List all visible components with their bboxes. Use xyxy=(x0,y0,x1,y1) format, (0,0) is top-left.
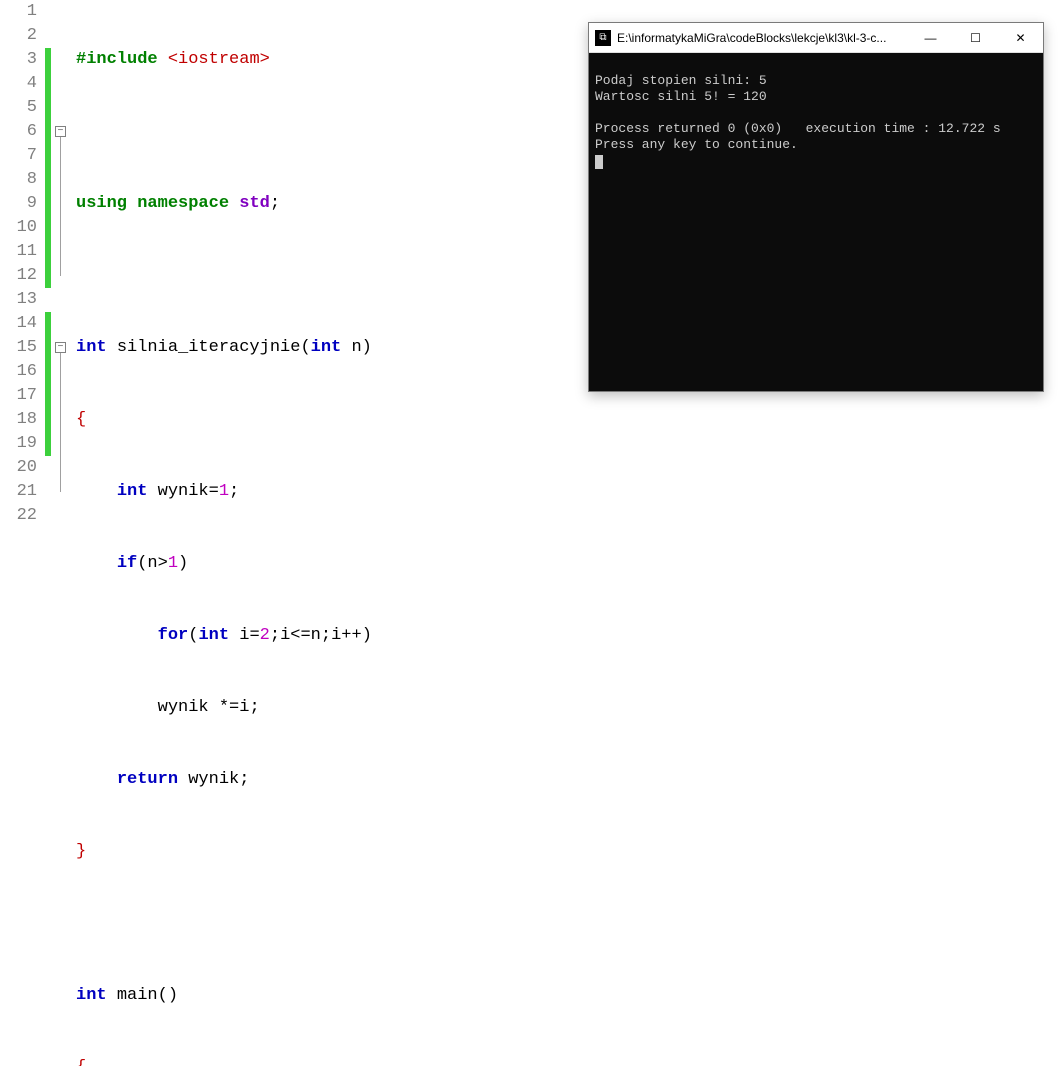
app-icon: ⧉ xyxy=(595,30,611,46)
line-number: 12 xyxy=(0,264,37,288)
line-number: 7 xyxy=(0,144,37,168)
code-line: int wynik=1; xyxy=(76,480,698,504)
line-number: 1 xyxy=(0,0,37,24)
line-number: 20 xyxy=(0,456,37,480)
modified-marker xyxy=(45,48,51,288)
line-number: 11 xyxy=(0,240,37,264)
keyword: #include xyxy=(76,50,158,69)
terminal-cursor xyxy=(595,155,603,169)
line-number: 10 xyxy=(0,216,37,240)
terminal-output[interactable]: Podaj stopien silni: 5 Wartosc silni 5! … xyxy=(589,53,1043,391)
line-number: 19 xyxy=(0,432,37,456)
window-title: E:\informatykaMiGra\codeBlocks\lekcje\kl… xyxy=(617,31,908,45)
term-line: Podaj stopien silni: 5 xyxy=(595,73,767,88)
titlebar[interactable]: ⧉ E:\informatykaMiGra\codeBlocks\lekcje\… xyxy=(589,23,1043,53)
console-window[interactable]: ⧉ E:\informatykaMiGra\codeBlocks\lekcje\… xyxy=(588,22,1044,392)
close-button[interactable]: ✕ xyxy=(998,23,1043,53)
code-line: } xyxy=(76,840,698,864)
line-number: 5 xyxy=(0,96,37,120)
term-line: Process returned 0 (0x0) execution time … xyxy=(595,121,1001,136)
code-line: if(n>1) xyxy=(76,552,698,576)
line-number: 9 xyxy=(0,192,37,216)
line-number: 4 xyxy=(0,72,37,96)
line-number: 22 xyxy=(0,504,37,528)
code-line: for(int i=2;i<=n;i++) xyxy=(76,624,698,648)
maximize-button[interactable]: ☐ xyxy=(953,23,998,53)
fold-toggle[interactable]: − xyxy=(55,342,66,353)
code-line: wynik *=i; xyxy=(76,696,698,720)
code-line: { xyxy=(76,408,698,432)
term-line: Press any key to continue. xyxy=(595,137,798,152)
line-number: 13 xyxy=(0,288,37,312)
line-number: 21 xyxy=(0,480,37,504)
line-number: 18 xyxy=(0,408,37,432)
line-number: 14 xyxy=(0,312,37,336)
modified-marker xyxy=(45,312,51,456)
fold-column: −− xyxy=(53,0,68,533)
code-line: int main() xyxy=(76,984,698,1008)
line-number: 16 xyxy=(0,360,37,384)
line-number: 8 xyxy=(0,168,37,192)
term-line: Wartosc silni 5! = 120 xyxy=(595,89,767,104)
line-number: 6 xyxy=(0,120,37,144)
line-number: 17 xyxy=(0,384,37,408)
keyword: using xyxy=(76,194,127,213)
line-number: 15 xyxy=(0,336,37,360)
code-line xyxy=(76,912,698,936)
line-number: 3 xyxy=(0,48,37,72)
code-line: return wynik; xyxy=(76,768,698,792)
fold-toggle[interactable]: − xyxy=(55,126,66,137)
code-line: { xyxy=(76,1056,698,1066)
line-number-gutter: 12345678910111213141516171819202122 xyxy=(0,0,45,533)
line-number: 2 xyxy=(0,24,37,48)
minimize-button[interactable]: — xyxy=(908,23,953,53)
change-marker-column xyxy=(45,0,53,533)
include-path: <iostream> xyxy=(168,50,270,69)
